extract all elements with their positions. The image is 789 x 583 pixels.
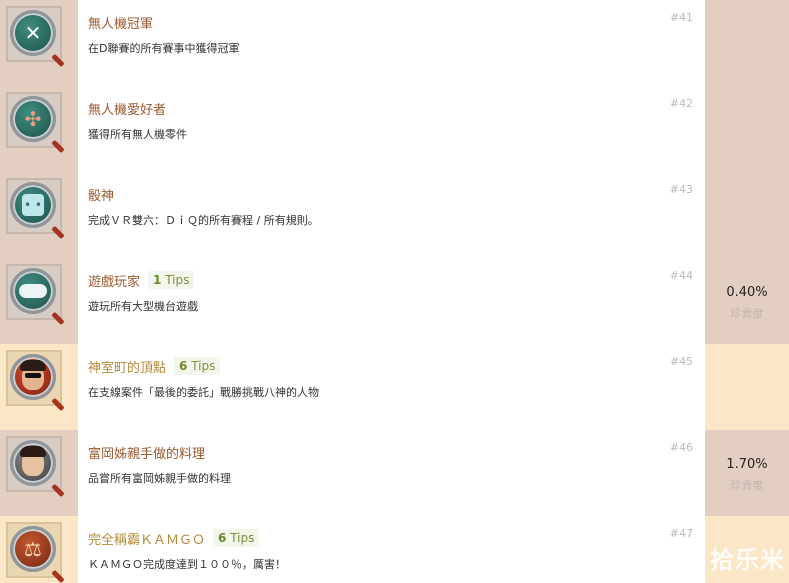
achievement-content: 富岡姊親手做的料理 品嘗所有富岡姊親手做的料理 #46 bbox=[78, 430, 705, 516]
achievement-title: 無人機愛好者 bbox=[88, 98, 166, 118]
trophy-cell: ✣ bbox=[0, 86, 78, 172]
rarity-cell bbox=[705, 86, 789, 172]
achievement-row[interactable]: ✕ 無人機冠軍 在D聯賽的所有賽事中獲得冠軍 #41 bbox=[0, 0, 789, 86]
achievement-number: #41 bbox=[669, 11, 693, 24]
man-sunglasses-portrait-icon bbox=[10, 354, 65, 412]
woman-portrait-icon bbox=[10, 440, 65, 498]
trophy-cell bbox=[0, 258, 78, 344]
achievement-row[interactable]: • • 骰神 完成ＶＲ雙六：ＤｉＱ的所有賽程 / 所有規則。 #43 bbox=[0, 172, 789, 258]
achievement-number: #43 bbox=[669, 183, 693, 196]
achievement-desc: 在D聯賽的所有賽事中獲得冠軍 bbox=[88, 42, 240, 55]
watermark: 拾乐米 bbox=[710, 546, 785, 574]
dice-icon: • • bbox=[10, 182, 65, 240]
drone-expand-icon: ✕ bbox=[10, 10, 65, 68]
tips-label: Tips bbox=[191, 359, 216, 373]
trophy-frame bbox=[6, 264, 65, 326]
rarity-label: 珍貴度 bbox=[730, 307, 764, 320]
achievement-content: 無人機愛好者 獲得所有無人機零件 #42 bbox=[78, 86, 705, 172]
achievement-content: 神室町的頂點 6 Tips 在支線案件「最後的委託」戰勝挑戰八神的人物 #45 bbox=[78, 344, 705, 430]
achievement-title: 無人機冠軍 bbox=[88, 12, 153, 32]
achievement-desc: 獲得所有無人機零件 bbox=[88, 128, 187, 141]
achievement-title-text[interactable]: 富岡姊親手做的料理 bbox=[88, 443, 205, 462]
achievement-number: #47 bbox=[669, 527, 693, 540]
achievement-title-text[interactable]: 完全稱霸ＫＡＭＧＯ bbox=[88, 529, 205, 548]
rarity-label: 珍貴度 bbox=[730, 479, 764, 492]
achievement-title-text[interactable]: 無人機愛好者 bbox=[88, 99, 166, 118]
achievement-title-text[interactable]: 遊戲玩家 bbox=[88, 271, 140, 290]
achievement-list: ✕ 無人機冠軍 在D聯賽的所有賽事中獲得冠軍 #41 ✣ 無人機愛好者 獲得所有… bbox=[0, 0, 789, 583]
trophy-frame bbox=[6, 350, 65, 412]
achievement-title: 骰神 bbox=[88, 184, 114, 204]
rarity-cell bbox=[705, 172, 789, 258]
achievement-number: #46 bbox=[669, 441, 693, 454]
rarity-percent: 1.70% bbox=[726, 457, 768, 472]
achievement-row[interactable]: 遊戲玩家 1 Tips 遊玩所有大型機台遊戲 #44 0.40% 珍貴度 bbox=[0, 258, 789, 344]
tips-badge[interactable]: 1 Tips bbox=[148, 271, 195, 289]
tips-badge[interactable]: 6 Tips bbox=[213, 529, 260, 547]
gamepad-icon bbox=[10, 268, 65, 326]
rarity-cell bbox=[705, 0, 789, 86]
tips-badge[interactable]: 6 Tips bbox=[174, 357, 221, 375]
achievement-row[interactable]: ⚖ 完全稱霸ＫＡＭＧＯ 6 Tips ＫＡＭＧＯ完成度達到１００％，厲害！ #4… bbox=[0, 516, 789, 583]
tips-count: 6 bbox=[218, 531, 227, 545]
trophy-cell: • • bbox=[0, 172, 78, 258]
achievement-title-text[interactable]: 神室町的頂點 bbox=[88, 357, 166, 376]
tips-count: 6 bbox=[179, 359, 188, 373]
rarity-cell bbox=[705, 344, 789, 430]
achievement-content: 遊戲玩家 1 Tips 遊玩所有大型機台遊戲 #44 bbox=[78, 258, 705, 344]
achievement-desc: 完成ＶＲ雙六：ＤｉＱ的所有賽程 / 所有規則。 bbox=[88, 214, 319, 227]
rarity-cell: 1.70% 珍貴度 bbox=[705, 430, 789, 516]
achievement-title: 富岡姊親手做的料理 bbox=[88, 442, 205, 462]
achievement-row[interactable]: ✣ 無人機愛好者 獲得所有無人機零件 #42 bbox=[0, 86, 789, 172]
achievement-content: 骰神 完成ＶＲ雙六：ＤｉＱ的所有賽程 / 所有規則。 #43 bbox=[78, 172, 705, 258]
achievement-number: #45 bbox=[669, 355, 693, 368]
achievement-title-text[interactable]: 無人機冠軍 bbox=[88, 13, 153, 32]
rarity-cell: 0.40% 珍貴度 bbox=[705, 258, 789, 344]
trophy-frame: ⚖ bbox=[6, 522, 65, 583]
tips-count: 1 bbox=[153, 273, 162, 287]
scales-icon: ⚖ bbox=[10, 526, 65, 583]
achievement-row[interactable]: 富岡姊親手做的料理 品嘗所有富岡姊親手做的料理 #46 1.70% 珍貴度 bbox=[0, 430, 789, 516]
trophy-frame bbox=[6, 436, 65, 498]
achievement-title-text[interactable]: 骰神 bbox=[88, 185, 114, 204]
trophy-cell bbox=[0, 344, 78, 430]
achievement-title: 完全稱霸ＫＡＭＧＯ 6 Tips bbox=[88, 528, 260, 548]
trophy-cell: ⚖ bbox=[0, 516, 78, 583]
trophy-frame: ✣ bbox=[6, 92, 65, 154]
achievement-desc: 遊玩所有大型機台遊戲 bbox=[88, 300, 198, 313]
achievement-content: 完全稱霸ＫＡＭＧＯ 6 Tips ＫＡＭＧＯ完成度達到１００％，厲害！ #47 bbox=[78, 516, 705, 583]
achievement-row[interactable]: 神室町的頂點 6 Tips 在支線案件「最後的委託」戰勝挑戰八神的人物 #45 bbox=[0, 344, 789, 430]
achievement-content: 無人機冠軍 在D聯賽的所有賽事中獲得冠軍 #41 bbox=[78, 0, 705, 86]
tips-label: Tips bbox=[230, 531, 255, 545]
achievement-number: #44 bbox=[669, 269, 693, 282]
trophy-frame: • • bbox=[6, 178, 65, 240]
achievement-number: #42 bbox=[669, 97, 693, 110]
trophy-cell: ✕ bbox=[0, 0, 78, 86]
tips-label: Tips bbox=[165, 273, 190, 287]
achievement-title: 遊戲玩家 1 Tips bbox=[88, 270, 195, 290]
drone-icon: ✣ bbox=[10, 96, 65, 154]
achievement-desc: 在支線案件「最後的委託」戰勝挑戰八神的人物 bbox=[88, 386, 319, 399]
trophy-cell bbox=[0, 430, 78, 516]
trophy-frame: ✕ bbox=[6, 6, 65, 68]
rarity-percent: 0.40% bbox=[726, 285, 768, 300]
achievement-desc: ＫＡＭＧＯ完成度達到１００％，厲害！ bbox=[88, 558, 286, 571]
achievement-title: 神室町的頂點 6 Tips bbox=[88, 356, 221, 376]
achievement-desc: 品嘗所有富岡姊親手做的料理 bbox=[88, 472, 231, 485]
